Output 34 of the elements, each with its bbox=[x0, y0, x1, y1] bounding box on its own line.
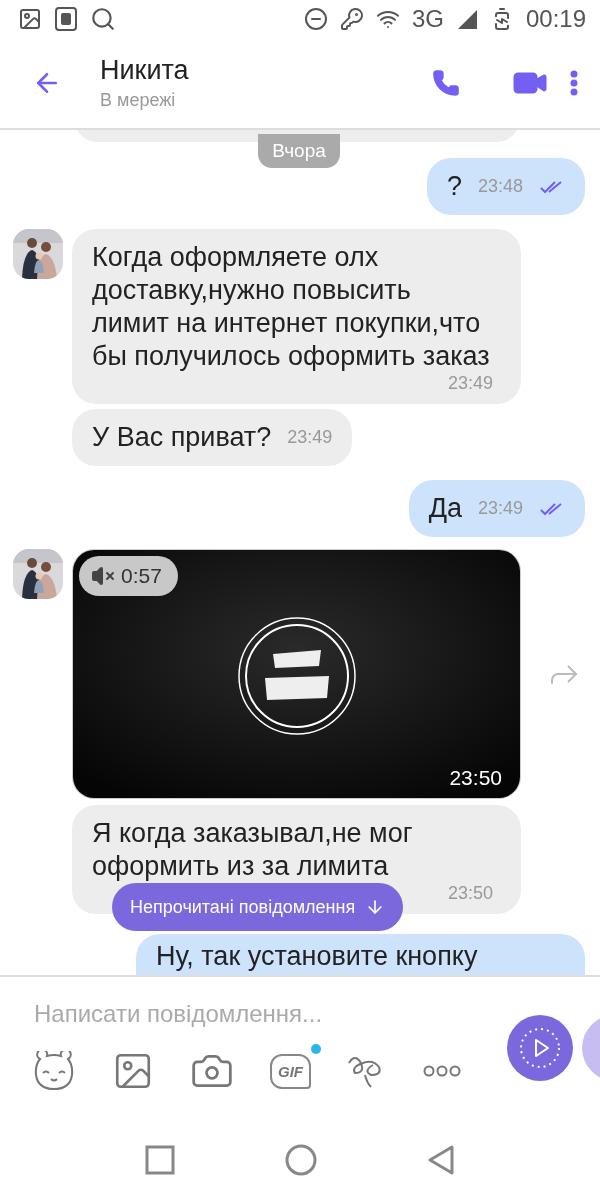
message-time: 23:49 bbox=[477, 498, 523, 519]
phone-icon bbox=[432, 69, 460, 97]
message-time: 23:50 bbox=[449, 766, 502, 790]
message-time: 23:49 bbox=[287, 427, 333, 448]
menu-icon bbox=[570, 70, 578, 96]
message-text: Я когда заказывал,не мог оформить из за лимита bbox=[92, 817, 414, 883]
message-text: Ну, так установите кнопку bbox=[156, 941, 478, 971]
contact-name: Никита bbox=[100, 55, 189, 86]
message-text: Когда оформляете олх доставку,нужно повысить лимит на интернет покупки,что бы получилось оформить заказ bbox=[92, 241, 491, 373]
sim-card-icon bbox=[54, 6, 78, 32]
network-type: 3G bbox=[411, 5, 444, 33]
message-time: 23:48 bbox=[477, 176, 523, 197]
do-not-disturb-icon bbox=[303, 7, 328, 31]
key-icon bbox=[339, 7, 364, 31]
recent-apps-icon[interactable] bbox=[145, 1145, 175, 1175]
contact-status: В мережі bbox=[100, 90, 177, 111]
gif-button[interactable]: GIF bbox=[270, 1053, 311, 1089]
unread-messages-button[interactable]: Непрочитані повідомлення bbox=[112, 883, 404, 931]
search-icon bbox=[90, 6, 116, 32]
message-text: У Вас приват? bbox=[92, 421, 272, 454]
video-message[interactable]: 0:57 23:50 bbox=[72, 549, 521, 799]
message-time: 23:49 bbox=[447, 373, 493, 394]
date-label: Вчора bbox=[258, 134, 340, 168]
message-text: ? bbox=[446, 170, 462, 203]
image-icon bbox=[18, 7, 42, 31]
home-icon[interactable] bbox=[285, 1144, 317, 1176]
video-duration: 0:57 bbox=[121, 564, 162, 588]
play-icon bbox=[518, 1026, 562, 1070]
clock: 00:19 bbox=[525, 5, 586, 33]
more-icon[interactable] bbox=[423, 1065, 461, 1077]
message-text: Да bbox=[428, 492, 462, 525]
message-time: 23:50 bbox=[447, 883, 493, 904]
sticker-icon[interactable] bbox=[32, 1051, 76, 1091]
back-icon[interactable] bbox=[427, 1145, 455, 1175]
